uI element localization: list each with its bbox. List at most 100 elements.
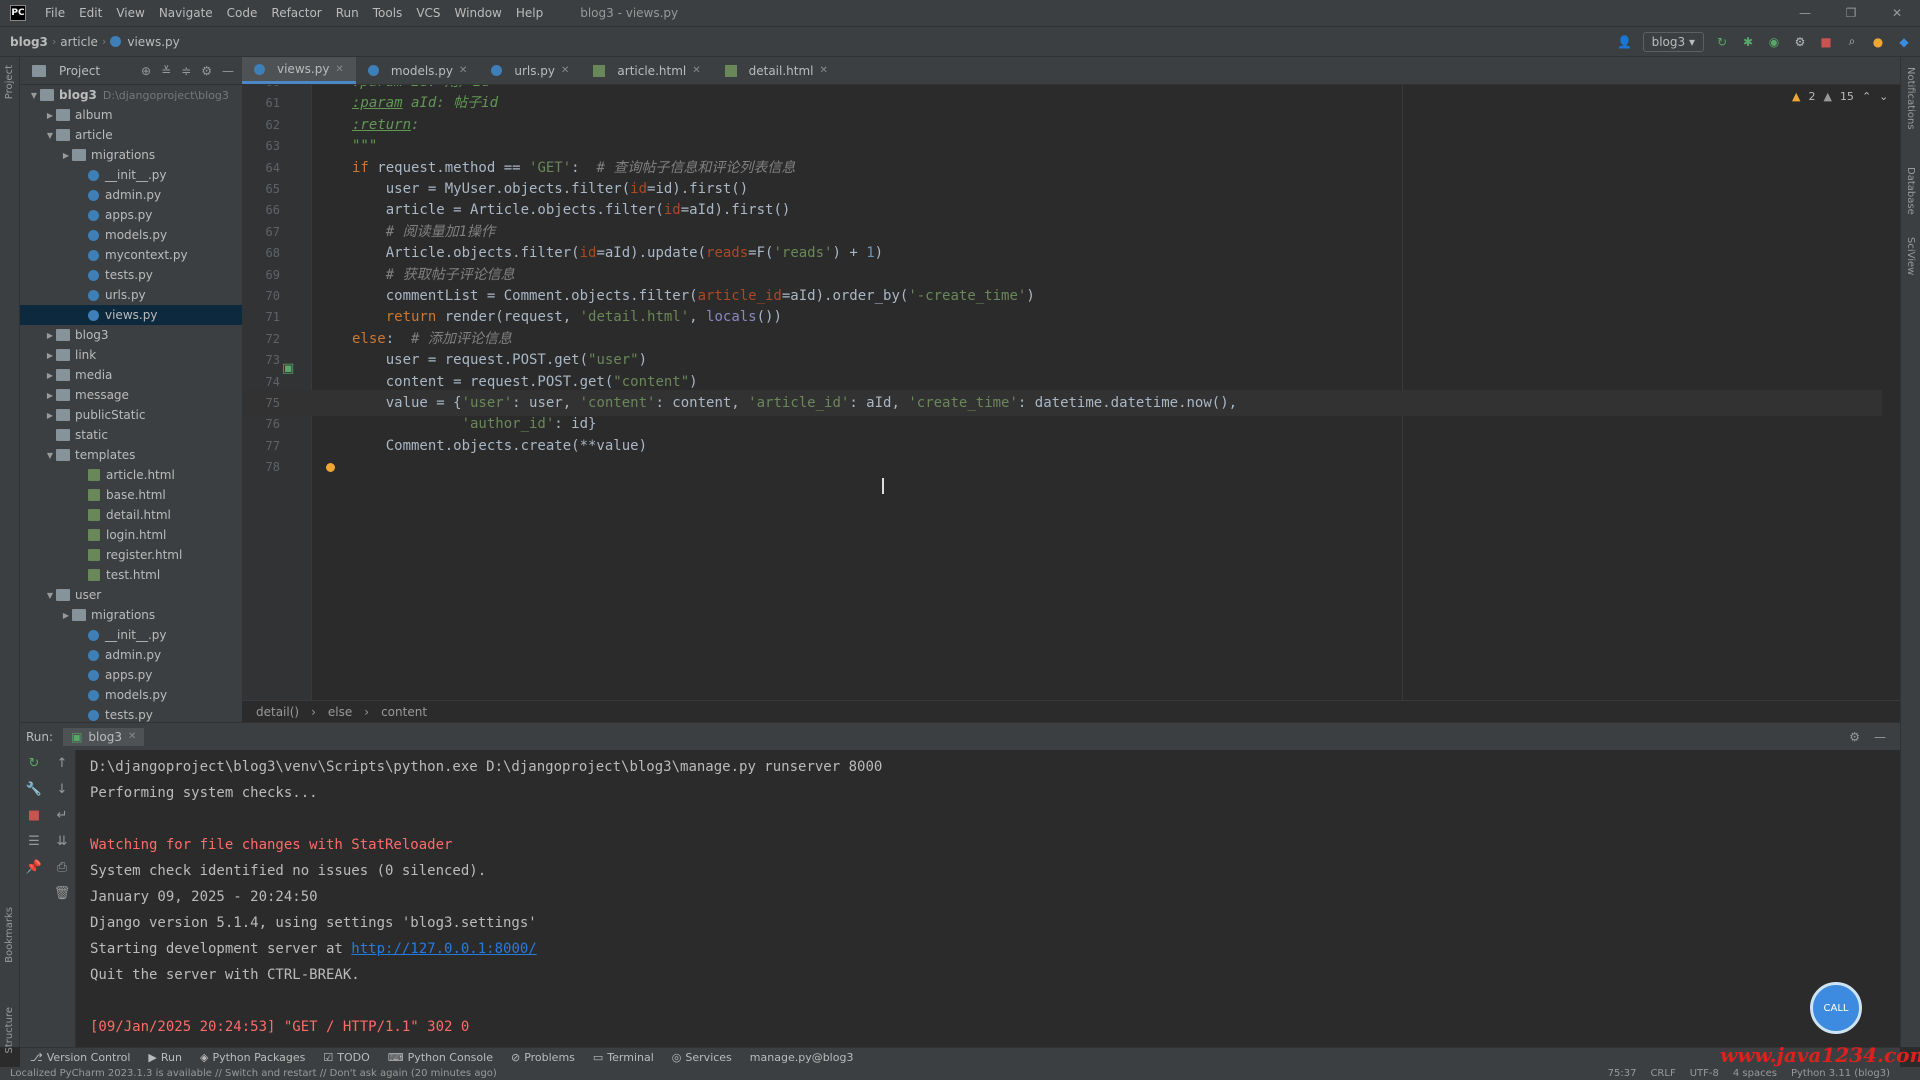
chevron-right-icon[interactable]: ▶ xyxy=(44,411,56,420)
tree-item[interactable]: login.html xyxy=(20,525,242,545)
arrow-down-icon[interactable]: ↓ xyxy=(48,776,76,802)
tab-models-py[interactable]: models.py ✕ xyxy=(356,57,480,84)
tree-item[interactable]: ▼ article xyxy=(20,125,242,145)
menu-vcs[interactable]: VCS xyxy=(409,0,447,27)
run-tab-blog3[interactable]: ▣ blog3 ✕ xyxy=(63,727,145,746)
tab-detail-html[interactable]: detail.html ✕ xyxy=(713,57,840,84)
tree-item[interactable]: detail.html xyxy=(20,505,242,525)
tool-manage-py-blog3[interactable]: manage.py@blog3 xyxy=(750,1051,854,1064)
tree-item[interactable]: ▼ templates xyxy=(20,445,242,465)
code-line[interactable]: 78 xyxy=(242,454,1882,480)
hide-icon[interactable]: — xyxy=(222,64,234,78)
tool-run[interactable]: ▶ Run xyxy=(148,1051,182,1064)
maximize-icon[interactable]: ❐ xyxy=(1828,6,1874,20)
run-config-select[interactable]: blog3 ▾ xyxy=(1642,31,1704,52)
expand-all-icon[interactable]: ≑ xyxy=(181,64,191,78)
pin-icon[interactable]: 📌 xyxy=(20,854,48,880)
scroll-to-end-icon[interactable]: ⇊ xyxy=(48,828,76,854)
project-tool-label[interactable]: Project xyxy=(4,65,15,99)
more-run-icon[interactable]: ⚙ xyxy=(1792,34,1808,50)
chevron-right-icon[interactable]: ▶ xyxy=(44,391,56,400)
tree-item[interactable]: ▶ media xyxy=(20,365,242,385)
tab-views-py[interactable]: views.py ✕ xyxy=(242,57,356,84)
arrow-up-icon[interactable]: ↑ xyxy=(48,750,76,776)
update-icon[interactable]: ● xyxy=(1870,34,1886,50)
tree-item[interactable]: ▶ blog3 xyxy=(20,325,242,345)
minimize-icon[interactable]: — xyxy=(1782,6,1828,20)
tree-item[interactable]: views.py xyxy=(20,305,242,325)
tree-item[interactable]: models.py xyxy=(20,685,242,705)
tree-item[interactable]: tests.py xyxy=(20,265,242,285)
chevron-right-icon[interactable]: ▶ xyxy=(44,111,56,120)
layout-icon[interactable]: ☰ xyxy=(20,828,48,854)
crumb-variable[interactable]: content xyxy=(381,705,427,719)
crumb-else[interactable]: else xyxy=(328,705,352,719)
tree-item[interactable]: __init__.py xyxy=(20,625,242,645)
crumb-function[interactable]: detail() xyxy=(256,705,299,719)
chevron-right-icon[interactable]: ▶ xyxy=(44,331,56,340)
tool-python-console[interactable]: ⌨ Python Console xyxy=(388,1051,493,1064)
menu-edit[interactable]: Edit xyxy=(72,0,109,27)
menu-help[interactable]: Help xyxy=(509,0,550,27)
tool-terminal[interactable]: ▭ Terminal xyxy=(593,1051,654,1064)
close-icon[interactable]: ✕ xyxy=(1874,6,1920,20)
tool-python-packages[interactable]: ◈ Python Packages xyxy=(200,1051,305,1064)
nav-crumb-file[interactable]: views.py xyxy=(123,35,183,49)
stop-icon[interactable]: ■ xyxy=(1818,34,1834,50)
nav-crumb-project[interactable]: blog3 xyxy=(0,35,52,49)
server-url-link[interactable]: http://127.0.0.1:8000/ xyxy=(351,941,536,957)
chevron-right-icon[interactable]: ▶ xyxy=(60,151,72,160)
bookmarks-tool-label[interactable]: Bookmarks xyxy=(4,907,15,963)
tree-item[interactable]: base.html xyxy=(20,485,242,505)
tree-item[interactable]: models.py xyxy=(20,225,242,245)
gear-icon[interactable]: ⚙ xyxy=(201,64,212,78)
project-panel-title[interactable]: Project xyxy=(59,64,100,78)
tree-item[interactable]: mycontext.py xyxy=(20,245,242,265)
chevron-down-icon[interactable]: ▼ xyxy=(44,591,56,600)
tree-item[interactable]: apps.py xyxy=(20,665,242,685)
bulb-icon[interactable] xyxy=(326,463,335,472)
tree-item[interactable]: ▶ publicStatic xyxy=(20,405,242,425)
notifications-tool-label[interactable]: Notifications xyxy=(1905,67,1916,130)
tree-item[interactable]: ▶ migrations xyxy=(20,145,242,165)
tree-item[interactable]: admin.py xyxy=(20,185,242,205)
close-icon[interactable]: ✕ xyxy=(459,65,467,76)
nav-crumb-folder[interactable]: article xyxy=(56,35,102,49)
tree-item[interactable]: admin.py xyxy=(20,645,242,665)
menu-code[interactable]: Code xyxy=(220,0,265,27)
tree-item[interactable]: urls.py xyxy=(20,285,242,305)
chevron-down-icon[interactable]: ▼ xyxy=(28,91,40,100)
print-icon[interactable]: ⎙ xyxy=(48,854,76,880)
tree-item[interactable]: static xyxy=(20,425,242,445)
tree-item[interactable]: ▶ album xyxy=(20,105,242,125)
locate-icon[interactable]: ⊕ xyxy=(141,64,151,78)
tree-item[interactable]: apps.py xyxy=(20,205,242,225)
close-icon[interactable]: ✕ xyxy=(335,64,343,75)
collapse-all-icon[interactable]: ≚ xyxy=(161,64,171,78)
tree-item[interactable]: ▼ user xyxy=(20,585,242,605)
tool-problems[interactable]: ⊘ Problems xyxy=(511,1051,575,1064)
chevron-down-icon[interactable]: ▼ xyxy=(44,131,56,140)
tree-item[interactable]: test.html xyxy=(20,565,242,585)
trash-icon[interactable]: 🗑 xyxy=(48,880,76,906)
menu-view[interactable]: View xyxy=(109,0,151,27)
run-gutter-icon[interactable]: ▣ xyxy=(282,361,294,376)
run-console[interactable]: D:\djangoproject\blog3\venv\Scripts\pyth… xyxy=(76,750,1900,1047)
status-item[interactable]: 75:37 xyxy=(1608,1068,1637,1079)
status-message[interactable]: Localized PyCharm 2023.1.3 is available … xyxy=(10,1068,497,1079)
tab-urls-py[interactable]: urls.py ✕ xyxy=(479,57,581,84)
rerun-icon[interactable]: ↻ xyxy=(1714,34,1730,50)
status-item[interactable]: CRLF xyxy=(1650,1068,1675,1079)
tree-item[interactable]: register.html xyxy=(20,545,242,565)
jetbrains-ai-icon[interactable]: ◆ xyxy=(1896,34,1912,50)
tree-item[interactable]: ▼ blog3 D:\djangoproject\blog3 xyxy=(20,85,242,105)
code-editor[interactable]: ▲2 ▲15 ⌃ ⌄ 60:param id: 用户id61:param aId… xyxy=(242,85,1900,700)
wrench-icon[interactable]: 🔧 xyxy=(20,776,48,802)
tool-services[interactable]: ◎ Services xyxy=(672,1051,732,1064)
tree-item[interactable]: ▶ migrations xyxy=(20,605,242,625)
close-icon[interactable]: ✕ xyxy=(692,65,700,76)
menu-window[interactable]: Window xyxy=(448,0,509,27)
soft-wrap-icon[interactable]: ↵ xyxy=(48,802,76,828)
close-icon[interactable]: ✕ xyxy=(819,65,827,76)
tool-todo[interactable]: ☑ TODO xyxy=(323,1051,369,1064)
